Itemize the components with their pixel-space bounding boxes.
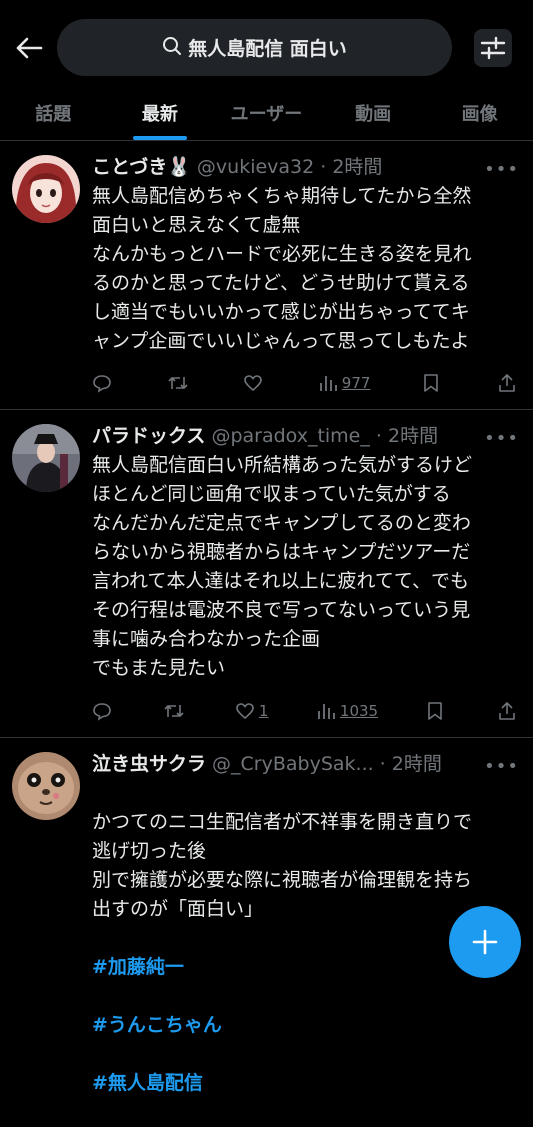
bookmark-icon (427, 702, 442, 720)
bookmark-button[interactable] (426, 701, 450, 721)
likes-count: 1 (258, 702, 269, 720)
top-bar: 無人島配信 面白い (0, 0, 533, 96)
tweet-text: 無人島配信面白い所結構あった気がするけど ほとんど同じ画角で収まっていた気がする… (92, 454, 473, 679)
avatar[interactable] (12, 155, 80, 223)
views-button[interactable]: 977 (318, 373, 371, 393)
tab-latest[interactable]: 最新 (107, 96, 214, 140)
tweet-actions: 977 (92, 371, 521, 395)
search-query: 無人島配信 面白い (188, 38, 347, 60)
author-handle[interactable]: @_CryBabySak... · 2時間 (212, 749, 442, 776)
tab-videos[interactable]: 動画 (320, 96, 427, 140)
tweet[interactable]: パラドックス @paradox_time_ · 2時間 ••• 無人島配信面白い… (0, 410, 533, 738)
tweet-header: パラドックス @paradox_time_ · 2時間 (92, 420, 519, 448)
like-button[interactable]: 1 (235, 701, 269, 721)
search-input[interactable]: 無人島配信 面白い (57, 19, 452, 76)
tab-people[interactable]: ユーザー (213, 96, 320, 140)
reply-button[interactable] (92, 373, 116, 393)
retweet-icon (168, 377, 188, 389)
tweet-text: 無人島配信めちゃくちゃ期待してたから全然 面白いと思えなくて虚無 なんかもっとハ… (92, 185, 472, 352)
share-button[interactable] (497, 701, 521, 721)
share-icon (499, 702, 515, 720)
views-button[interactable]: 1035 (316, 701, 378, 721)
hashtag-link[interactable]: #無人島配信 (92, 1069, 522, 1098)
more-options-icon[interactable]: ••• (484, 159, 519, 180)
retweet-button[interactable] (167, 373, 191, 393)
bookmark-button[interactable] (422, 373, 446, 393)
tweet[interactable]: ことづき🐰 @vukieva32 · 2時間 ••• 無人島配信めちゃくちゃ期待… (0, 141, 533, 410)
share-icon (499, 374, 515, 392)
active-tab-indicator (132, 136, 187, 140)
avatar[interactable] (12, 752, 80, 820)
plus-icon (472, 929, 498, 955)
views-icon (319, 376, 337, 391)
tweet-header: 泣き虫サクラ @_CryBabySak... · 2時間 (92, 748, 519, 776)
avatar[interactable] (12, 424, 80, 492)
retweet-button[interactable] (163, 701, 187, 721)
search-icon (162, 36, 182, 60)
more-options-icon[interactable]: ••• (484, 428, 519, 449)
retweet-icon (164, 705, 185, 717)
author-name[interactable]: パラドックス (92, 421, 205, 448)
bookmark-icon (423, 374, 438, 392)
tab-images[interactable]: 画像 (426, 96, 533, 140)
tab-top[interactable]: 話題 (0, 96, 107, 140)
views-count: 977 (341, 374, 371, 392)
author-name[interactable]: 泣き虫サクラ (92, 749, 206, 776)
filter-settings-icon[interactable] (474, 29, 512, 67)
author-name[interactable]: ことづき🐰 (92, 152, 191, 179)
hashtag-link[interactable]: #うんこちゃん (92, 1011, 522, 1040)
reply-button[interactable] (92, 701, 116, 721)
reply-icon (93, 703, 111, 721)
views-icon (318, 704, 335, 719)
compose-button[interactable] (449, 906, 521, 978)
author-handle[interactable]: @paradox_time_ · 2時間 (211, 421, 438, 448)
search-tabs: 話題 最新 ユーザー 動画 画像 (0, 96, 533, 141)
heart-icon (236, 703, 254, 720)
tweet-header: ことづき🐰 @vukieva32 · 2時間 (92, 151, 519, 179)
share-button[interactable] (497, 373, 521, 393)
like-button[interactable] (243, 373, 267, 393)
author-handle[interactable]: @vukieva32 · 2時間 (197, 152, 383, 179)
tweet-actions: 1 1035 (92, 699, 521, 723)
views-count: 1035 (339, 702, 379, 720)
back-arrow-icon[interactable] (14, 33, 44, 63)
tweet-text: かつてのニコ生配信者が不祥事を開き直りで 逃げ切った後 別で擁護が必要な際に視聴… (92, 811, 473, 920)
heart-icon (243, 375, 262, 392)
more-options-icon[interactable]: ••• (484, 756, 519, 777)
reply-icon (93, 375, 111, 393)
